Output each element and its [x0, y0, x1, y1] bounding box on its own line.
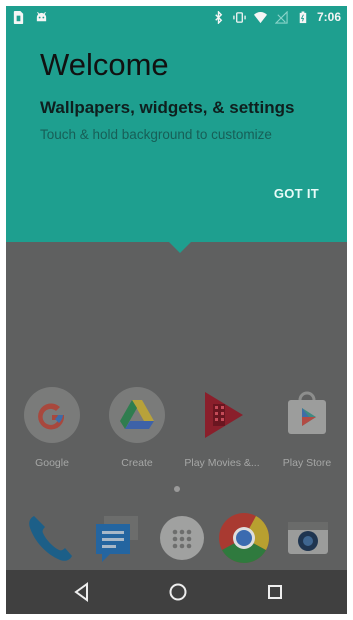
app-play-store[interactable]: Play Store [267, 386, 347, 469]
vibrate-icon [233, 11, 246, 23]
play-store-icon [288, 391, 326, 434]
phone-icon[interactable] [20, 510, 76, 566]
welcome-subtitle: Wallpapers, widgets, & settings [40, 98, 295, 117]
no-signal-icon [274, 10, 288, 24]
app-play-movies[interactable]: Play Movies &... [182, 386, 262, 469]
app-label: Play Store [282, 457, 332, 469]
page-indicator-dot [174, 486, 180, 492]
app-label: Google [35, 457, 69, 469]
navigation-bar [6, 570, 347, 614]
dock [6, 506, 347, 570]
sim-card-icon [13, 11, 24, 24]
home-icon[interactable] [164, 578, 192, 606]
welcome-card: 7:06 Welcome Wallpapers, widgets, & sett… [6, 6, 347, 242]
clock-time: 7:06 [316, 10, 341, 24]
chrome-icon[interactable] [216, 510, 272, 566]
got-it-button[interactable]: GOT IT [274, 186, 319, 201]
messages-icon[interactable] [90, 510, 146, 566]
status-bar: 7:06 [6, 6, 347, 30]
play-movies-icon [205, 392, 243, 438]
drive-create-icon [109, 387, 165, 443]
welcome-card-pointer [169, 242, 191, 253]
welcome-title: Welcome [40, 47, 169, 82]
android-icon [36, 11, 47, 22]
wifi-icon [253, 11, 267, 23]
app-google[interactable]: Google [12, 386, 92, 469]
app-label: Create [121, 457, 153, 469]
app-drawer-icon[interactable] [154, 510, 210, 566]
bluetooth-icon [215, 10, 223, 24]
app-create[interactable]: Create [97, 386, 177, 469]
recents-icon[interactable] [261, 578, 289, 606]
home-app-row: Google Create Play Movies &... Play Stor… [6, 386, 347, 476]
welcome-body-text: Touch & hold background to customize [40, 127, 272, 142]
camera-icon[interactable] [280, 510, 336, 566]
google-icon [24, 387, 80, 443]
back-icon[interactable] [68, 578, 96, 606]
app-label: Play Movies &... [184, 457, 260, 469]
phone-screen: 7:06 Welcome Wallpapers, widgets, & sett… [6, 6, 347, 614]
battery-icon [299, 10, 307, 23]
